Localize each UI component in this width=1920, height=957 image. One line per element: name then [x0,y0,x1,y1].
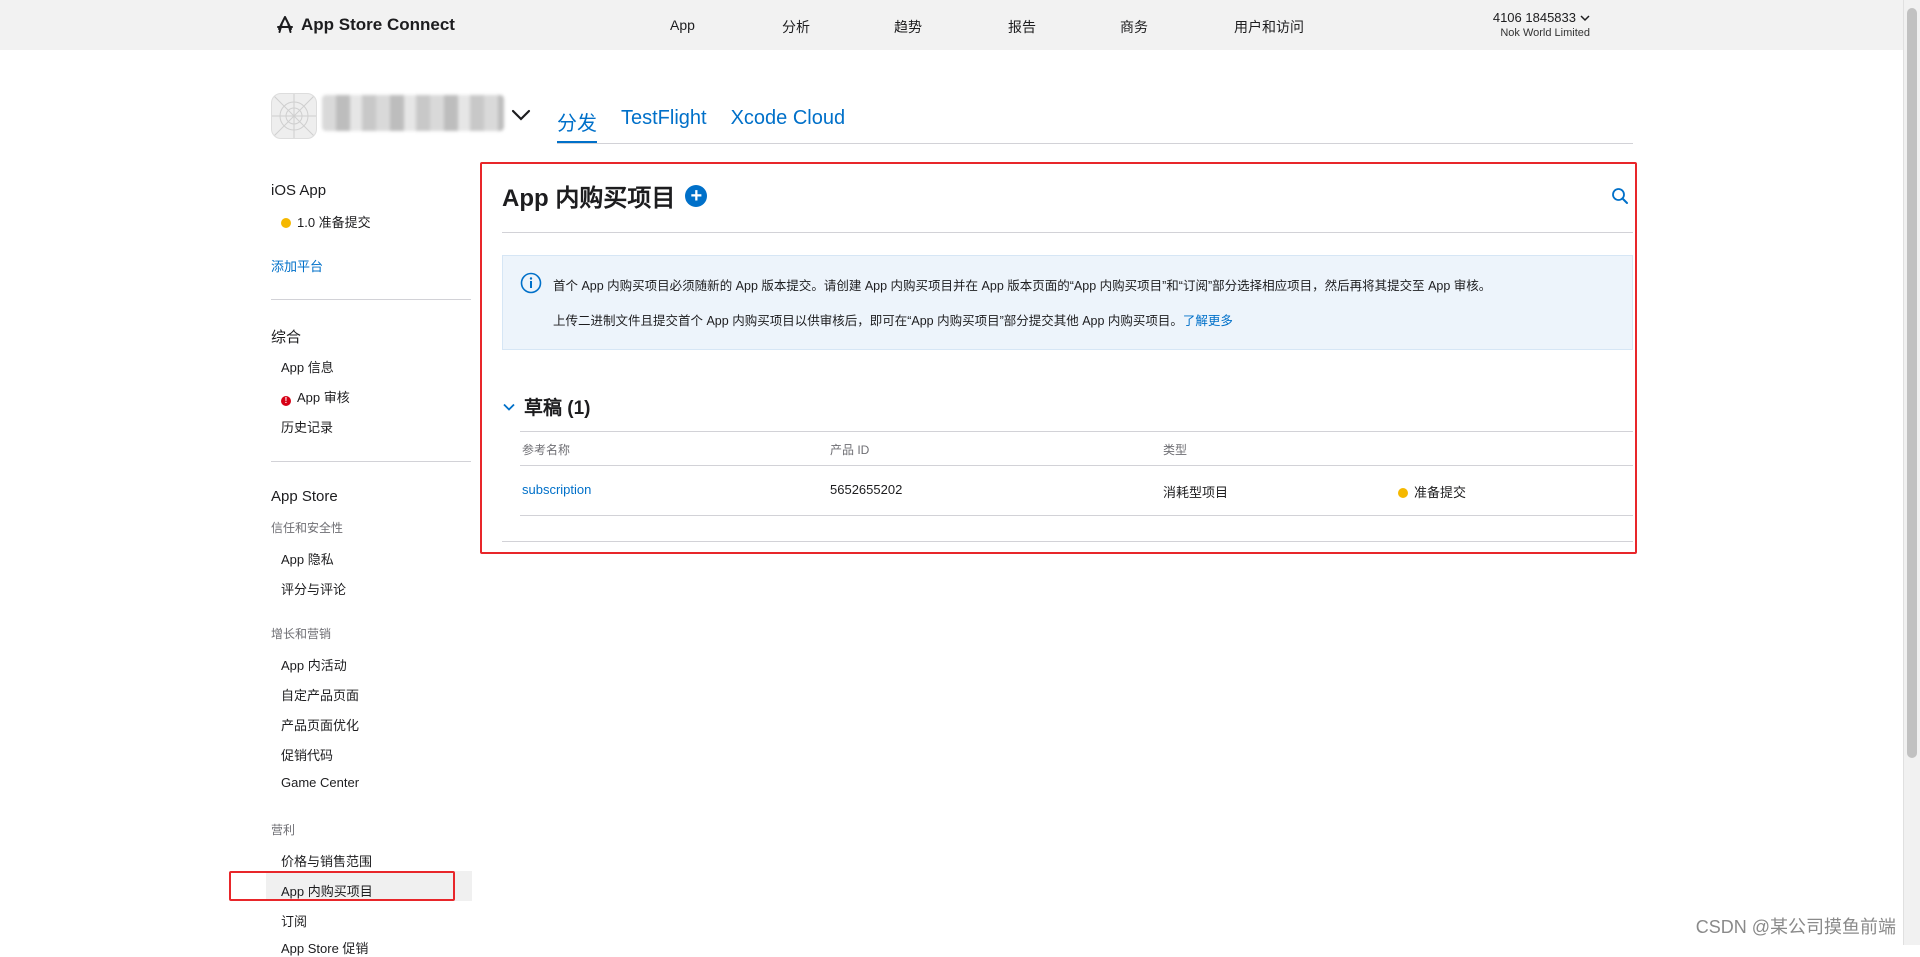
highlight-box-sidebar [229,871,455,901]
sidebar-divider [271,461,471,462]
account-name: Nok World Limited [1500,27,1590,39]
page-scrollbar[interactable] [1903,0,1920,945]
sidebar-item-ratings-reviews[interactable]: 评分与评论 [281,579,346,598]
sidebar-item-promo-codes[interactable]: 促销代码 [281,745,333,764]
sidebar-category-monetization: 营利 [271,823,296,837]
brand-name: App Store Connect [301,15,455,34]
brand-logo[interactable]: App Store Connect [275,15,455,35]
nav-app[interactable]: App [670,17,695,33]
sidebar-item-app-info[interactable]: App 信息 [281,357,334,376]
account-menu[interactable]: 4106 1845833 Nok World Limited [1493,10,1590,39]
sidebar-item-pricing[interactable]: 价格与销售范围 [281,851,372,870]
scrollbar-thumb[interactable] [1907,8,1917,758]
nav-analytics[interactable]: 分析 [782,17,810,37]
sidebar-item-in-app-events[interactable]: App 内活动 [281,655,347,674]
version-status-label: 1.0 准备提交 [297,215,371,230]
sidebar-appstore-title: App Store [271,488,338,505]
add-platform-link[interactable]: 添加平台 [271,256,323,275]
header-divider [557,143,1633,144]
sidebar-platform-title: iOS App [271,182,327,199]
app-name-redacted [322,95,504,131]
app-review-label: App 审核 [297,390,350,405]
sidebar-item-product-page-optimization[interactable]: 产品页面优化 [281,715,359,734]
nav-business[interactable]: 商务 [1120,17,1148,37]
top-bar: App Store Connect App 分析 趋势 报告 商务 用户和访问 … [0,0,1904,50]
alert-icon: ! [281,396,291,406]
tab-testflight[interactable]: TestFlight [621,107,707,136]
app-tabs: 分发 TestFlight Xcode Cloud [557,107,845,136]
sidebar-version-status[interactable]: 1.0 准备提交 [281,212,371,231]
sidebar-category-trust: 信任和安全性 [271,521,344,535]
sidebar-item-game-center[interactable]: Game Center [281,775,359,790]
sidebar-divider [271,299,471,300]
sidebar-item-app-privacy[interactable]: App 隐私 [281,549,334,568]
highlight-box-main [480,162,1637,554]
sidebar-item-subscriptions[interactable]: 订阅 [281,911,307,930]
status-dot-icon [281,218,291,228]
app-store-icon [277,16,293,33]
account-id: 4106 1845833 [1492,10,1576,25]
nav-users-access[interactable]: 用户和访问 [1234,17,1304,37]
app-icon [271,93,317,139]
watermark: CSDN @某公司摸鱼前端 [1695,917,1896,937]
sidebar-item-app-store-promotions[interactable]: App Store 促销 [281,938,368,957]
sidebar-item-app-review[interactable]: ! App 审核 [281,387,350,406]
nav-trends[interactable]: 趋势 [894,17,922,37]
sidebar-category-growth: 增长和营销 [271,627,332,641]
nav-reports[interactable]: 报告 [1008,17,1036,37]
sidebar-general-title: 综合 [271,329,302,346]
sidebar-item-history[interactable]: 历史记录 [281,417,333,436]
chevron-down-icon [1580,14,1590,21]
tab-xcode-cloud[interactable]: Xcode Cloud [731,107,846,136]
app-switcher-chevron-icon[interactable] [510,104,532,126]
tab-distribution[interactable]: 分发 [557,107,597,136]
sidebar-item-custom-product-pages[interactable]: 自定产品页面 [281,685,359,704]
